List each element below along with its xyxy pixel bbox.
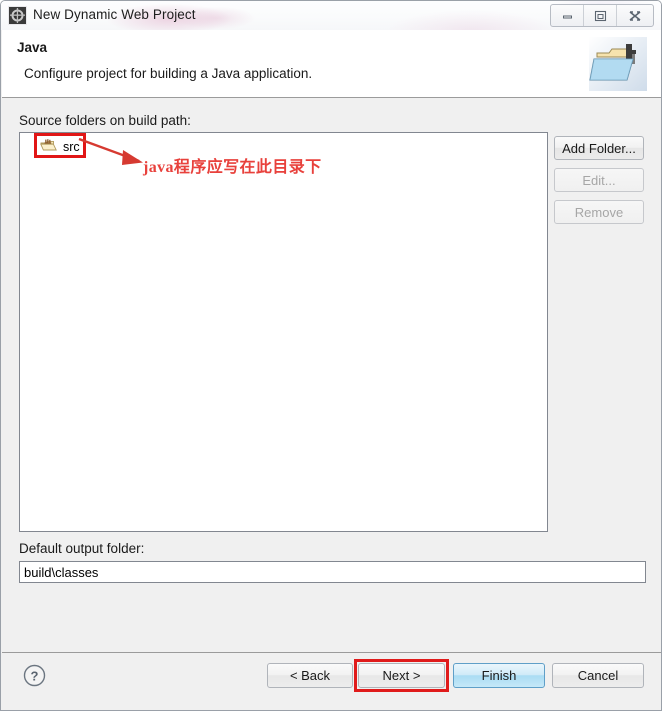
remove-button: Remove — [554, 200, 644, 224]
window-controls — [550, 4, 654, 27]
close-icon[interactable] — [617, 5, 653, 26]
minimize-icon[interactable] — [551, 5, 584, 26]
add-folder-button[interactable]: Add Folder... — [554, 136, 644, 160]
window-title: New Dynamic Web Project — [33, 7, 196, 22]
remove-button-label: Remove — [574, 204, 624, 220]
next-button[interactable]: Next > — [358, 663, 445, 688]
back-button[interactable]: < Back — [267, 663, 353, 688]
add-folder-button-label: Add Folder... — [562, 140, 636, 156]
help-icon[interactable]: ? — [23, 664, 46, 687]
edit-button-label: Edit... — [582, 172, 616, 188]
cancel-button[interactable]: Cancel — [552, 663, 644, 688]
java-project-folder-icon — [589, 37, 647, 91]
title-bar[interactable]: New Dynamic Web Project — [1, 1, 661, 30]
tree-item-src[interactable]: src — [40, 139, 80, 154]
source-folders-label: Source folders on build path: — [19, 113, 191, 128]
finish-button[interactable]: Finish — [453, 663, 545, 688]
new-dynamic-web-project-dialog: New Dynamic Web Project Java Configure p… — [0, 0, 662, 711]
eclipse-icon — [8, 6, 27, 25]
tree-item-label: src — [63, 139, 80, 154]
source-folders-tree[interactable]: src — [19, 132, 548, 532]
cancel-button-label: Cancel — [577, 668, 619, 683]
default-output-folder-input[interactable] — [19, 561, 646, 583]
annotation-text: java程序应写在此目录下 — [143, 159, 322, 176]
source-folder-icon — [40, 139, 57, 154]
back-button-label: < Back — [289, 668, 331, 683]
next-button-label: Next > — [382, 668, 421, 683]
page-title: Java — [17, 40, 48, 55]
svg-text:?: ? — [31, 668, 39, 683]
edit-button: Edit... — [554, 168, 644, 192]
wizard-header — [2, 30, 661, 97]
finish-button-label: Finish — [481, 668, 517, 683]
maximize-icon[interactable] — [584, 5, 617, 26]
page-description: Configure project for building a Java ap… — [24, 66, 313, 81]
default-output-folder-label: Default output folder: — [19, 541, 145, 556]
